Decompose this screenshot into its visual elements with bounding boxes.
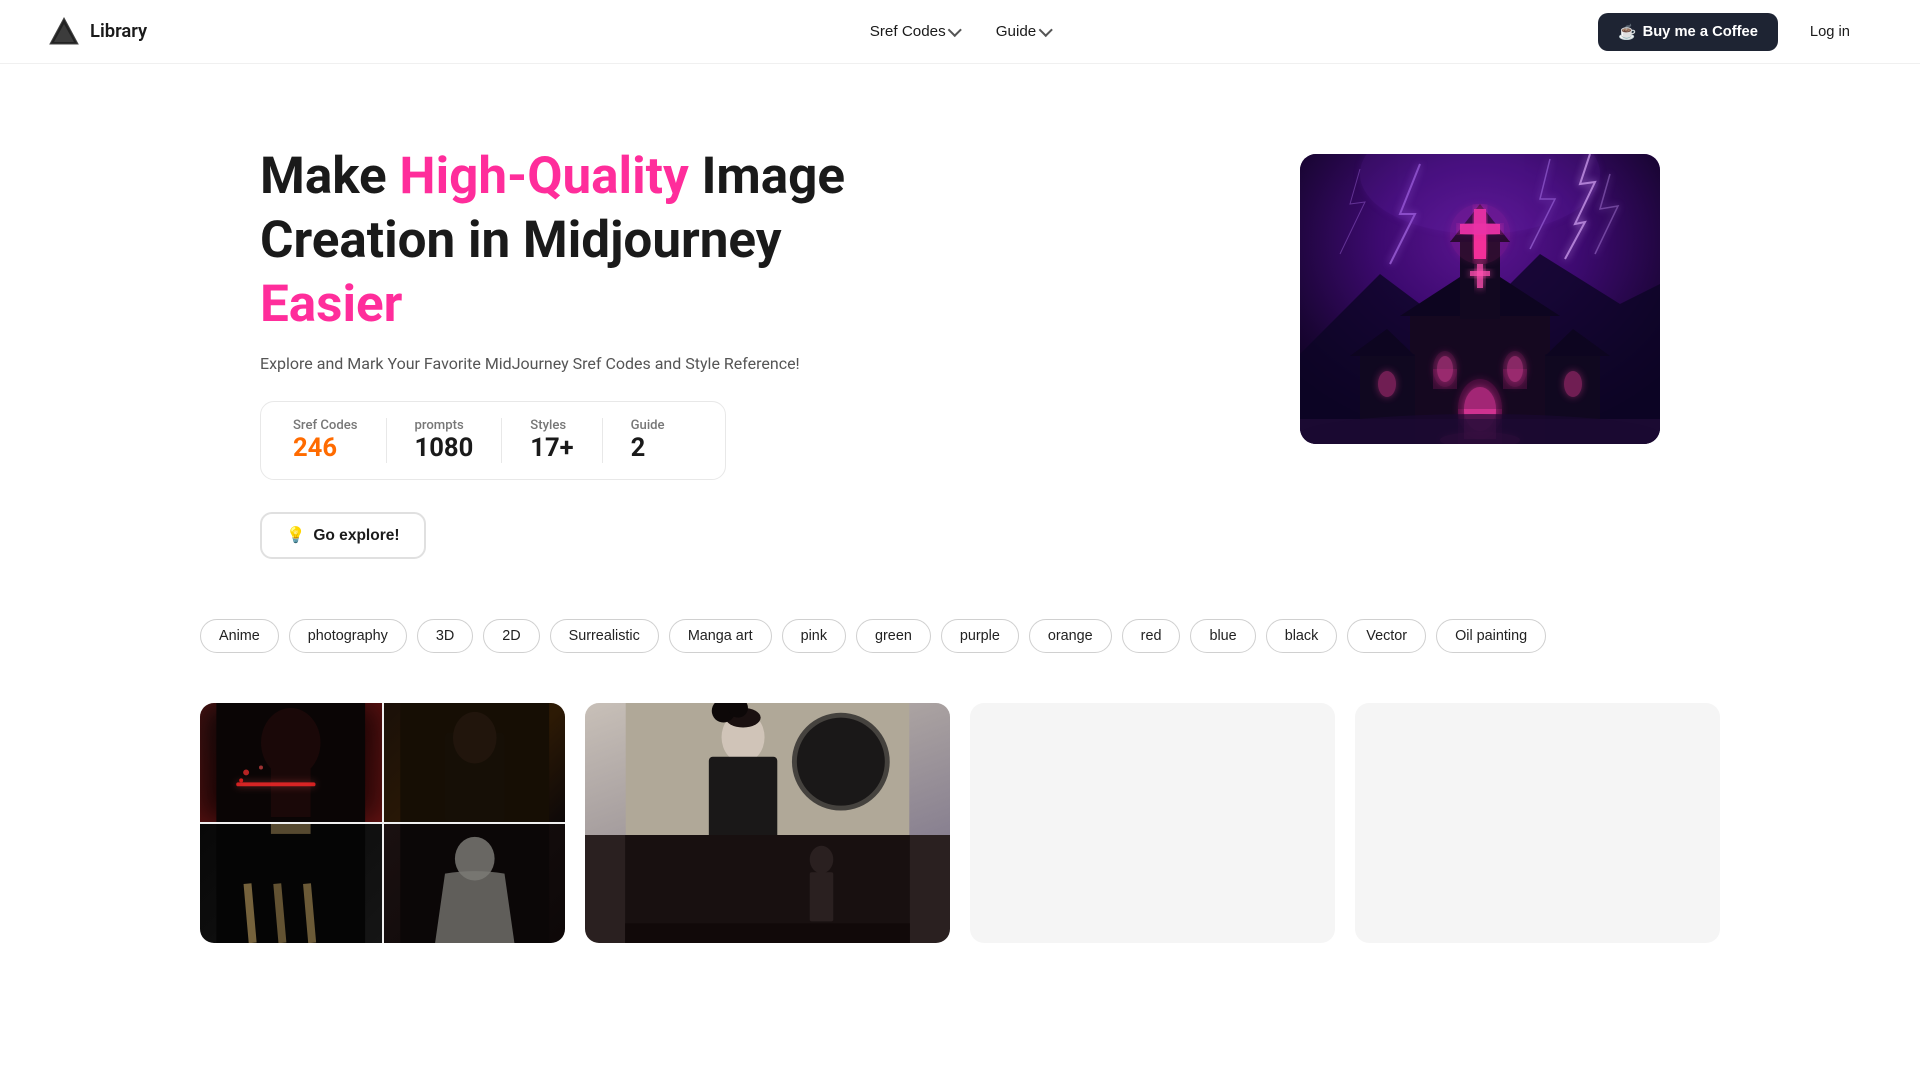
filter-chip-pink[interactable]: pink	[782, 619, 846, 653]
explore-button[interactable]: 💡 Go explore!	[260, 512, 426, 559]
guide-menu[interactable]: Guide	[982, 15, 1065, 48]
coffee-icon: ☕	[1618, 23, 1636, 41]
gallery-card-2[interactable]	[585, 703, 950, 943]
japanese-bottom-panel	[585, 835, 950, 943]
sref-codes-menu[interactable]: Sref Codes	[856, 15, 974, 48]
stat-prompts: prompts 1080	[386, 418, 502, 463]
chevron-down-icon	[948, 22, 962, 36]
filter-chip-blue[interactable]: blue	[1190, 619, 1255, 653]
logo-text: Library	[90, 21, 147, 42]
filter-chip-photography[interactable]: photography	[289, 619, 407, 653]
filter-chip-orange[interactable]: orange	[1029, 619, 1112, 653]
collage-cell-4	[384, 824, 566, 943]
filter-chip-surrealistic[interactable]: Surrealistic	[550, 619, 659, 653]
hero-section: Make High-Quality Image Creation in Midj…	[0, 64, 1920, 619]
nav-center-menu: Sref Codes Guide	[856, 15, 1065, 48]
gallery-card-4	[1355, 703, 1720, 943]
filters-section: Anime photography 3D 2D Surrealistic Man…	[0, 619, 1920, 693]
collage-cell-1	[200, 703, 382, 822]
stats-box: Sref Codes 246 prompts 1080 Styles 17+ G…	[260, 401, 726, 480]
filter-chip-manga-art[interactable]: Manga art	[669, 619, 772, 653]
logo-icon	[48, 16, 80, 48]
filter-chip-2d[interactable]: 2D	[483, 619, 539, 653]
filter-chip-purple[interactable]: purple	[941, 619, 1019, 653]
chevron-down-icon	[1038, 22, 1052, 36]
explore-icon: 💡	[286, 526, 305, 545]
gallery-card-1[interactable]	[200, 703, 565, 943]
hero-subtitle: Explore and Mark Your Favorite MidJourne…	[260, 354, 900, 373]
navbar: Library Sref Codes Guide ☕ Buy me a Coff…	[0, 0, 1920, 64]
church-illustration	[1300, 154, 1660, 444]
gallery-section	[0, 693, 1920, 983]
gallery-card-3	[970, 703, 1335, 943]
stat-guide: Guide 2	[602, 418, 693, 463]
gallery-grid	[200, 703, 1720, 943]
filter-chip-oil-painting[interactable]: Oil painting	[1436, 619, 1546, 653]
collage-cell-3	[200, 824, 382, 943]
stat-sref-codes: Sref Codes 246	[293, 418, 386, 463]
filter-chip-anime[interactable]: Anime	[200, 619, 279, 653]
filter-chip-3d[interactable]: 3D	[417, 619, 473, 653]
japanese-top-panel	[585, 703, 950, 835]
filter-chip-red[interactable]: red	[1122, 619, 1181, 653]
hero-image	[1300, 154, 1660, 444]
filter-chips-row: Anime photography 3D 2D Surrealistic Man…	[200, 619, 1720, 653]
buy-coffee-button[interactable]: ☕ Buy me a Coffee	[1598, 13, 1778, 51]
nav-actions: ☕ Buy me a Coffee Log in	[1598, 13, 1872, 51]
hero-image-bg	[1300, 154, 1660, 444]
hero-title: Make High-Quality Image Creation in Midj…	[260, 144, 900, 336]
hero-content: Make High-Quality Image Creation in Midj…	[260, 144, 900, 559]
filter-chip-green[interactable]: green	[856, 619, 931, 653]
stat-styles: Styles 17+	[501, 418, 601, 463]
collage-cell-2	[384, 703, 566, 822]
filter-chip-vector[interactable]: Vector	[1347, 619, 1426, 653]
login-button[interactable]: Log in	[1788, 14, 1872, 50]
filter-chip-black[interactable]: black	[1266, 619, 1338, 653]
nav-logo[interactable]: Library	[48, 16, 147, 48]
